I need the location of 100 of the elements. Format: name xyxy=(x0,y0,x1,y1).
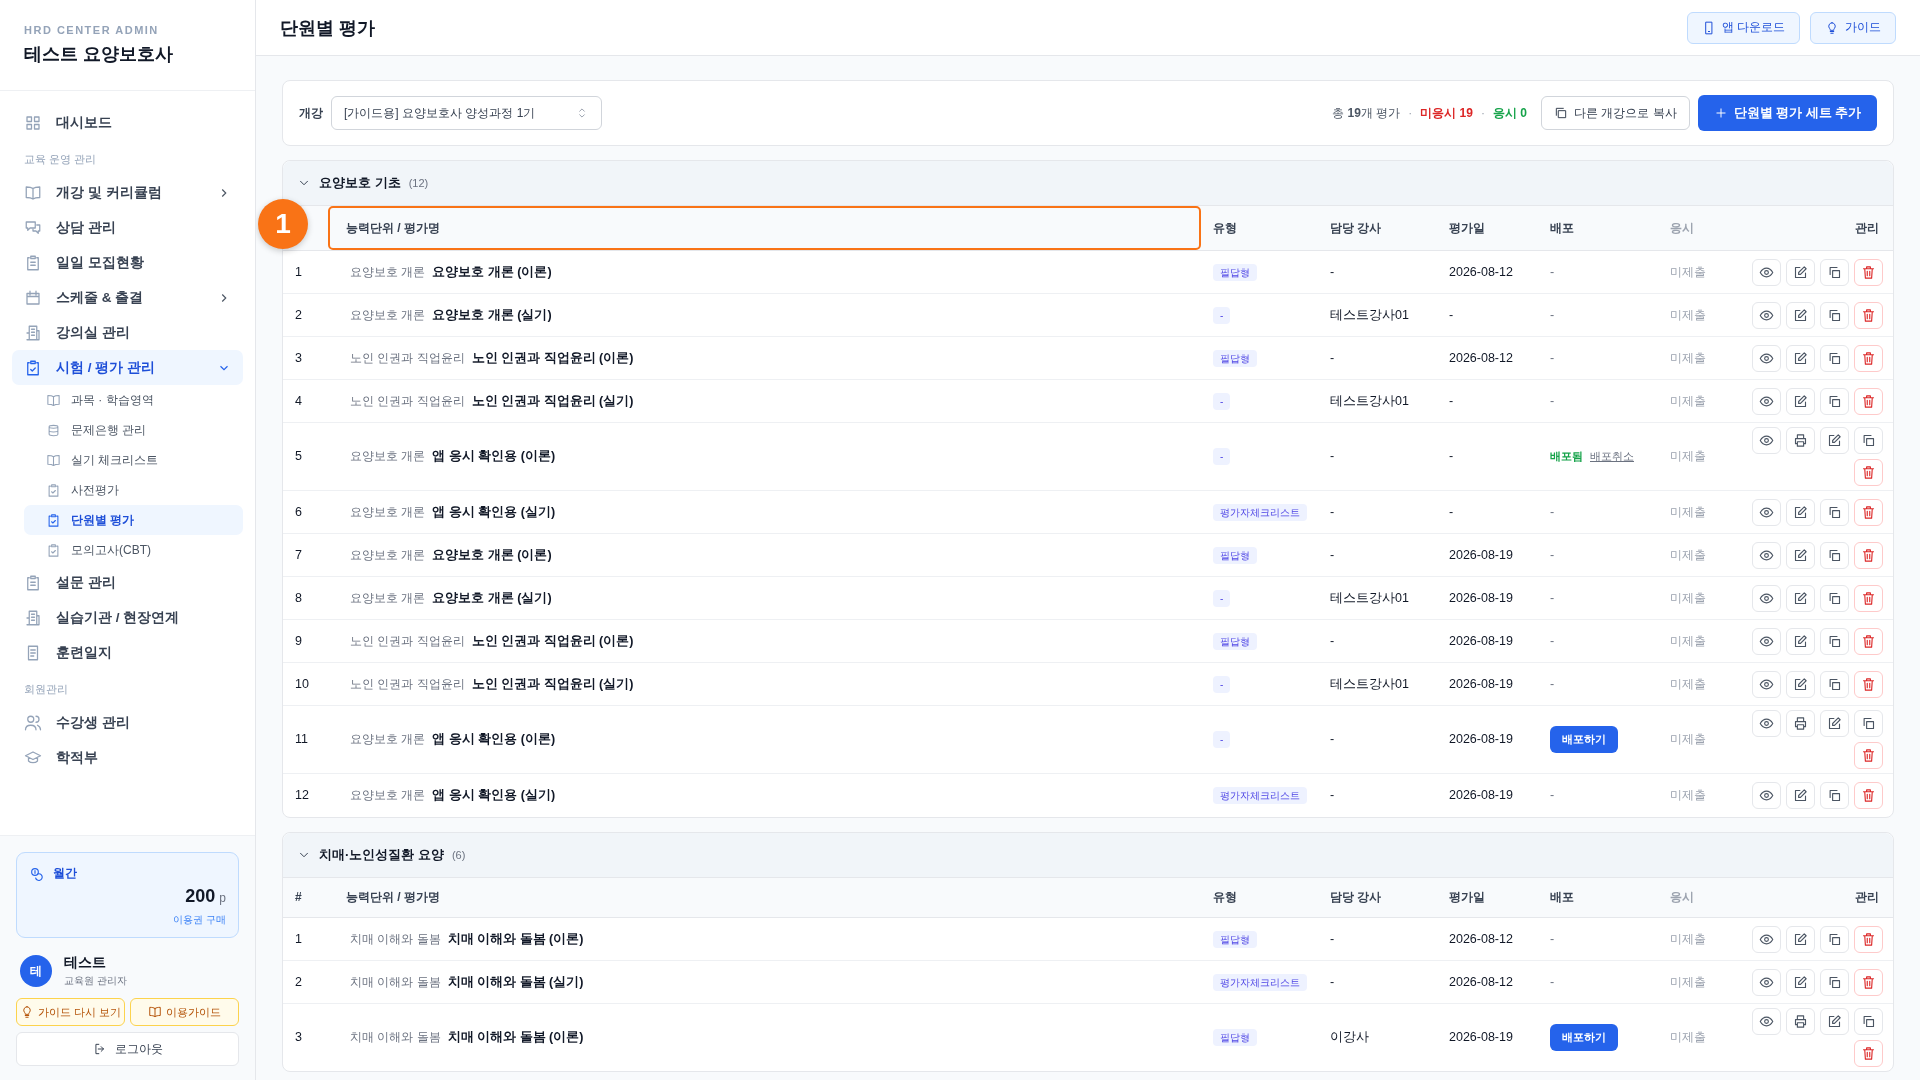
edit-button[interactable] xyxy=(1786,344,1815,372)
edit-button[interactable] xyxy=(1786,781,1815,809)
copy-button[interactable] xyxy=(1820,344,1849,372)
delete-button[interactable] xyxy=(1854,459,1883,486)
type-tag: - xyxy=(1213,731,1231,748)
copy-button[interactable] xyxy=(1820,301,1849,329)
view-button[interactable] xyxy=(1752,670,1781,698)
nav-item[interactable]: 수강생 관리 xyxy=(12,705,243,740)
copy-button[interactable] xyxy=(1820,781,1849,809)
copy-button[interactable] xyxy=(1820,670,1849,698)
edit-button[interactable] xyxy=(1786,584,1815,612)
deploy-button[interactable]: 배포하기 xyxy=(1550,726,1618,753)
view-button[interactable] xyxy=(1752,301,1781,329)
delete-button[interactable] xyxy=(1854,627,1883,655)
view-button[interactable] xyxy=(1752,427,1781,454)
view-button[interactable] xyxy=(1752,968,1781,996)
view-button[interactable] xyxy=(1752,925,1781,953)
edit-button[interactable] xyxy=(1786,498,1815,526)
copy-button[interactable] xyxy=(1820,584,1849,612)
delete-button[interactable] xyxy=(1854,344,1883,372)
print-button[interactable] xyxy=(1786,710,1815,737)
logout-button[interactable]: 로그아웃 xyxy=(16,1032,239,1066)
copy-button[interactable] xyxy=(1820,627,1849,655)
view-button[interactable] xyxy=(1752,781,1781,809)
nav-subitem[interactable]: 사전평가 xyxy=(24,475,243,505)
delete-button[interactable] xyxy=(1854,258,1883,286)
copy-button[interactable]: 다른 개강으로 복사 xyxy=(1540,96,1690,130)
deploy-button[interactable]: 배포하기 xyxy=(1550,1024,1618,1051)
separator-dot: · xyxy=(1408,106,1413,120)
nav-item[interactable]: 시험 / 평가 관리 xyxy=(12,350,243,385)
unit-name: 치매 이해와 돌봄 xyxy=(350,931,441,946)
copy-icon xyxy=(1827,504,1842,520)
view-button[interactable] xyxy=(1752,584,1781,612)
evaluation-name: 노인 인권과 직업윤리 (실기) xyxy=(471,676,634,691)
nav-item[interactable]: 강의실 관리 xyxy=(12,315,243,350)
edit-button[interactable] xyxy=(1786,925,1815,953)
delete-button[interactable] xyxy=(1854,498,1883,526)
edit-button[interactable] xyxy=(1786,387,1815,415)
guide-button[interactable]: 가이드 다시 보기 xyxy=(16,998,125,1026)
app-download-button[interactable]: 앱 다운로드 xyxy=(1686,11,1800,44)
copy-button[interactable] xyxy=(1854,427,1883,454)
nav-subitem[interactable]: 모의고사(CBT) xyxy=(24,535,243,565)
trash-icon xyxy=(1861,264,1876,280)
add-set-button[interactable]: 단원별 평가 세트 추가 xyxy=(1697,95,1877,131)
nav-subitem[interactable]: 과목 · 학습영역 xyxy=(24,385,243,415)
nav-item[interactable]: 일일 모집현황 xyxy=(12,245,243,280)
delete-button[interactable] xyxy=(1854,387,1883,415)
nav-item[interactable]: 실습기관 / 현장연계 xyxy=(12,600,243,635)
nav-subitem[interactable]: 실기 체크리스트 xyxy=(24,445,243,475)
delete-button[interactable] xyxy=(1854,781,1883,809)
delete-button[interactable] xyxy=(1854,968,1883,996)
delete-button[interactable] xyxy=(1854,925,1883,953)
nav-item[interactable]: 설문 관리 xyxy=(12,565,243,600)
edit-button[interactable] xyxy=(1786,968,1815,996)
nav-item[interactable]: 개강 및 커리큘럼 xyxy=(12,175,243,210)
course-select[interactable]: [가이드용] 요양보호사 양성과정 1기 xyxy=(331,96,603,130)
nav-item[interactable]: 훈련일지 xyxy=(12,635,243,670)
copy-button[interactable] xyxy=(1820,541,1849,569)
view-button[interactable] xyxy=(1752,627,1781,655)
view-button[interactable] xyxy=(1752,1008,1781,1035)
view-button[interactable] xyxy=(1752,710,1781,737)
edit-button[interactable] xyxy=(1786,541,1815,569)
copy-button[interactable] xyxy=(1820,498,1849,526)
view-button[interactable] xyxy=(1752,387,1781,415)
nav-item[interactable]: 상담 관리 xyxy=(12,210,243,245)
nav-subitem[interactable]: 문제은행 관리 xyxy=(24,415,243,445)
view-button[interactable] xyxy=(1752,344,1781,372)
delete-button[interactable] xyxy=(1854,742,1883,769)
delete-button[interactable] xyxy=(1854,301,1883,329)
edit-button[interactable] xyxy=(1820,710,1849,737)
copy-button[interactable] xyxy=(1820,258,1849,286)
edit-button[interactable] xyxy=(1820,427,1849,454)
view-button[interactable] xyxy=(1752,541,1781,569)
delete-button[interactable] xyxy=(1854,541,1883,569)
edit-button[interactable] xyxy=(1786,627,1815,655)
view-button[interactable] xyxy=(1752,498,1781,526)
copy-button[interactable] xyxy=(1854,710,1883,737)
edit-button[interactable] xyxy=(1786,670,1815,698)
print-button[interactable] xyxy=(1786,427,1815,454)
guide-button[interactable]: 가이드 xyxy=(1810,11,1896,44)
view-button[interactable] xyxy=(1752,258,1781,286)
delete-button[interactable] xyxy=(1854,584,1883,612)
column-header: 능력단위 / 평가명 xyxy=(328,206,1201,250)
copy-button[interactable] xyxy=(1854,1008,1883,1035)
nav-item[interactable]: 학적부 xyxy=(12,740,243,775)
cancel-deploy-link[interactable]: 배포취소 xyxy=(1590,450,1634,462)
copy-button[interactable] xyxy=(1820,387,1849,415)
print-button[interactable] xyxy=(1786,1008,1815,1035)
delete-button[interactable] xyxy=(1854,670,1883,698)
copy-button[interactable] xyxy=(1820,968,1849,996)
edit-button[interactable] xyxy=(1786,301,1815,329)
nav-item[interactable]: 대시보드 xyxy=(12,105,243,140)
edit-button[interactable] xyxy=(1820,1008,1849,1035)
delete-button[interactable] xyxy=(1854,1040,1883,1067)
guide-button[interactable]: 이용가이드 xyxy=(130,998,239,1026)
purchase-link[interactable]: 이용권 구매 xyxy=(173,914,226,925)
nav-item[interactable]: 스케줄 & 출결 xyxy=(12,280,243,315)
edit-button[interactable] xyxy=(1786,258,1815,286)
nav-subitem[interactable]: 단원별 평가 xyxy=(24,505,243,535)
copy-button[interactable] xyxy=(1820,925,1849,953)
